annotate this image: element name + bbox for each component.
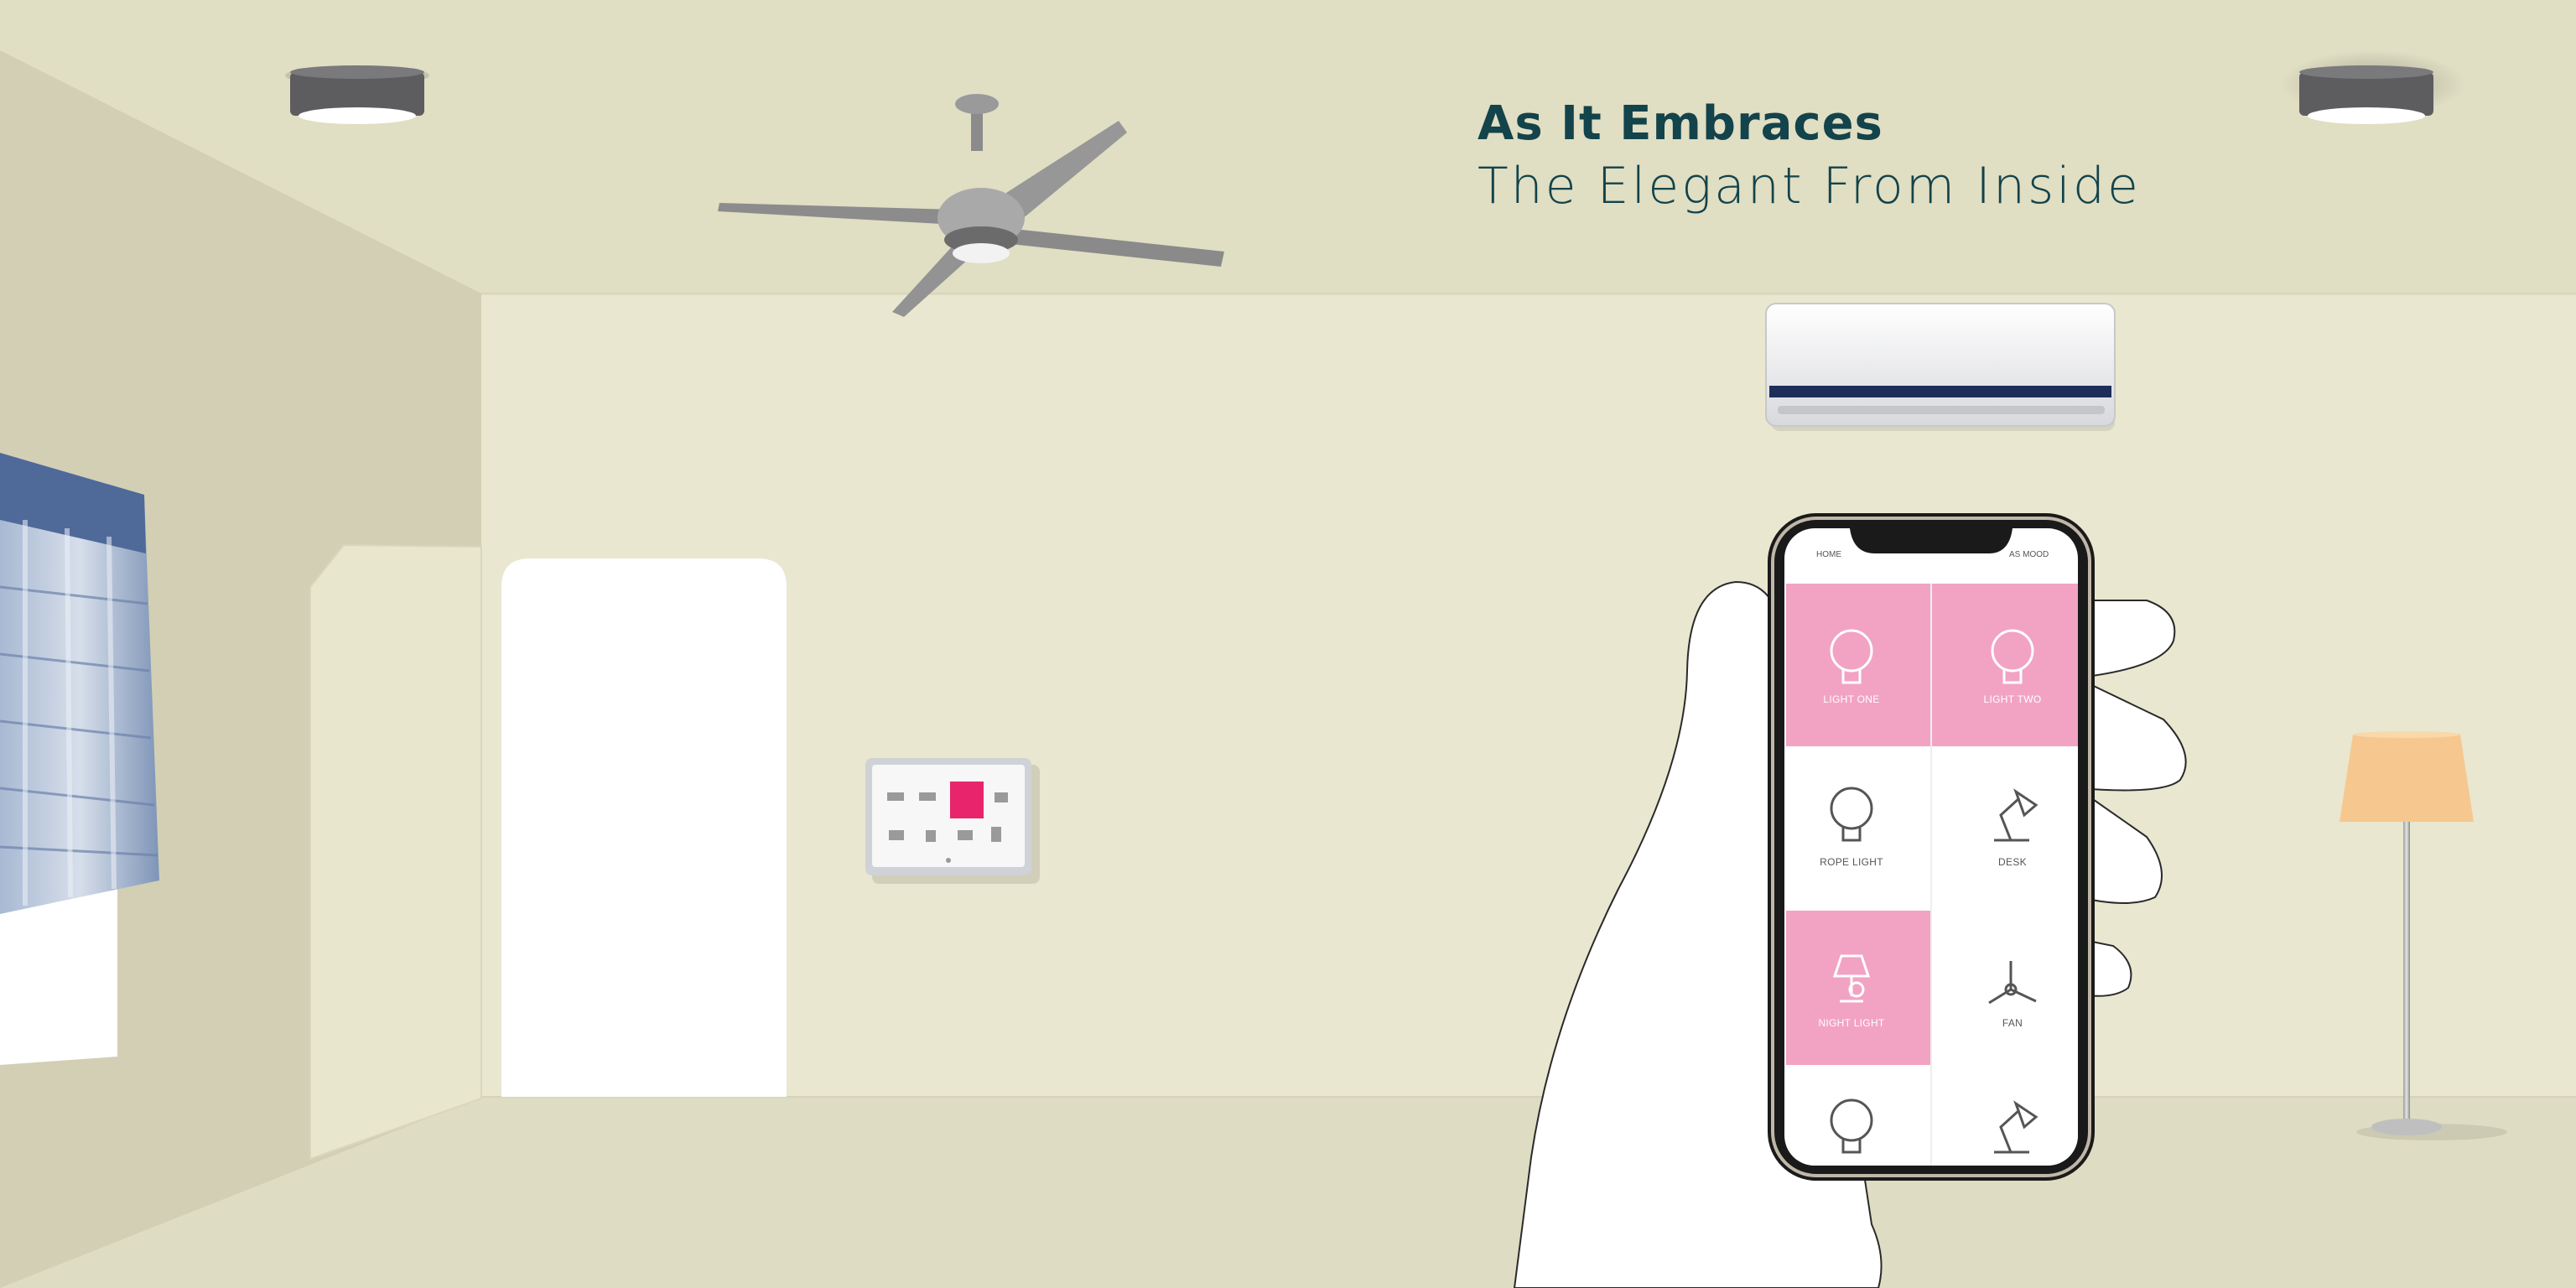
nav-mood[interactable]: AS MOOD xyxy=(2009,550,2049,559)
tile-label: ROPE LIGHT xyxy=(1820,856,1883,868)
tile-label: FAN xyxy=(2002,1017,2023,1029)
tile-bulb-extra[interactable] xyxy=(1786,1067,1930,1167)
tile-rope-light[interactable]: ROPE LIGHT xyxy=(1786,748,1930,911)
tile-fan[interactable]: FAN xyxy=(1932,911,2078,1065)
room-scene: As It Embraces The Elegant From Inside H… xyxy=(0,0,2576,1288)
tile-night-light[interactable]: NIGHT LIGHT xyxy=(1786,911,1930,1065)
tile-label: LIGHT TWO xyxy=(1984,693,2042,705)
tile-label: DESK xyxy=(1998,856,2027,868)
phone-screen: HOME AS MOOD LIGHT ONE LIGHT TWO ROPE LI… xyxy=(1786,528,2078,1167)
tile-label: NIGHT LIGHT xyxy=(1818,1017,1884,1029)
phone-notch xyxy=(1850,528,2012,553)
nav-home[interactable]: HOME xyxy=(1816,550,1841,559)
tile-desk-extra[interactable] xyxy=(1932,1067,2078,1167)
tile-desk[interactable]: DESK xyxy=(1932,748,2078,911)
tile-light-two[interactable]: LIGHT TWO xyxy=(1932,584,2078,746)
tile-label: LIGHT ONE xyxy=(1823,693,1879,705)
tile-light-one[interactable]: LIGHT ONE xyxy=(1786,584,1930,746)
